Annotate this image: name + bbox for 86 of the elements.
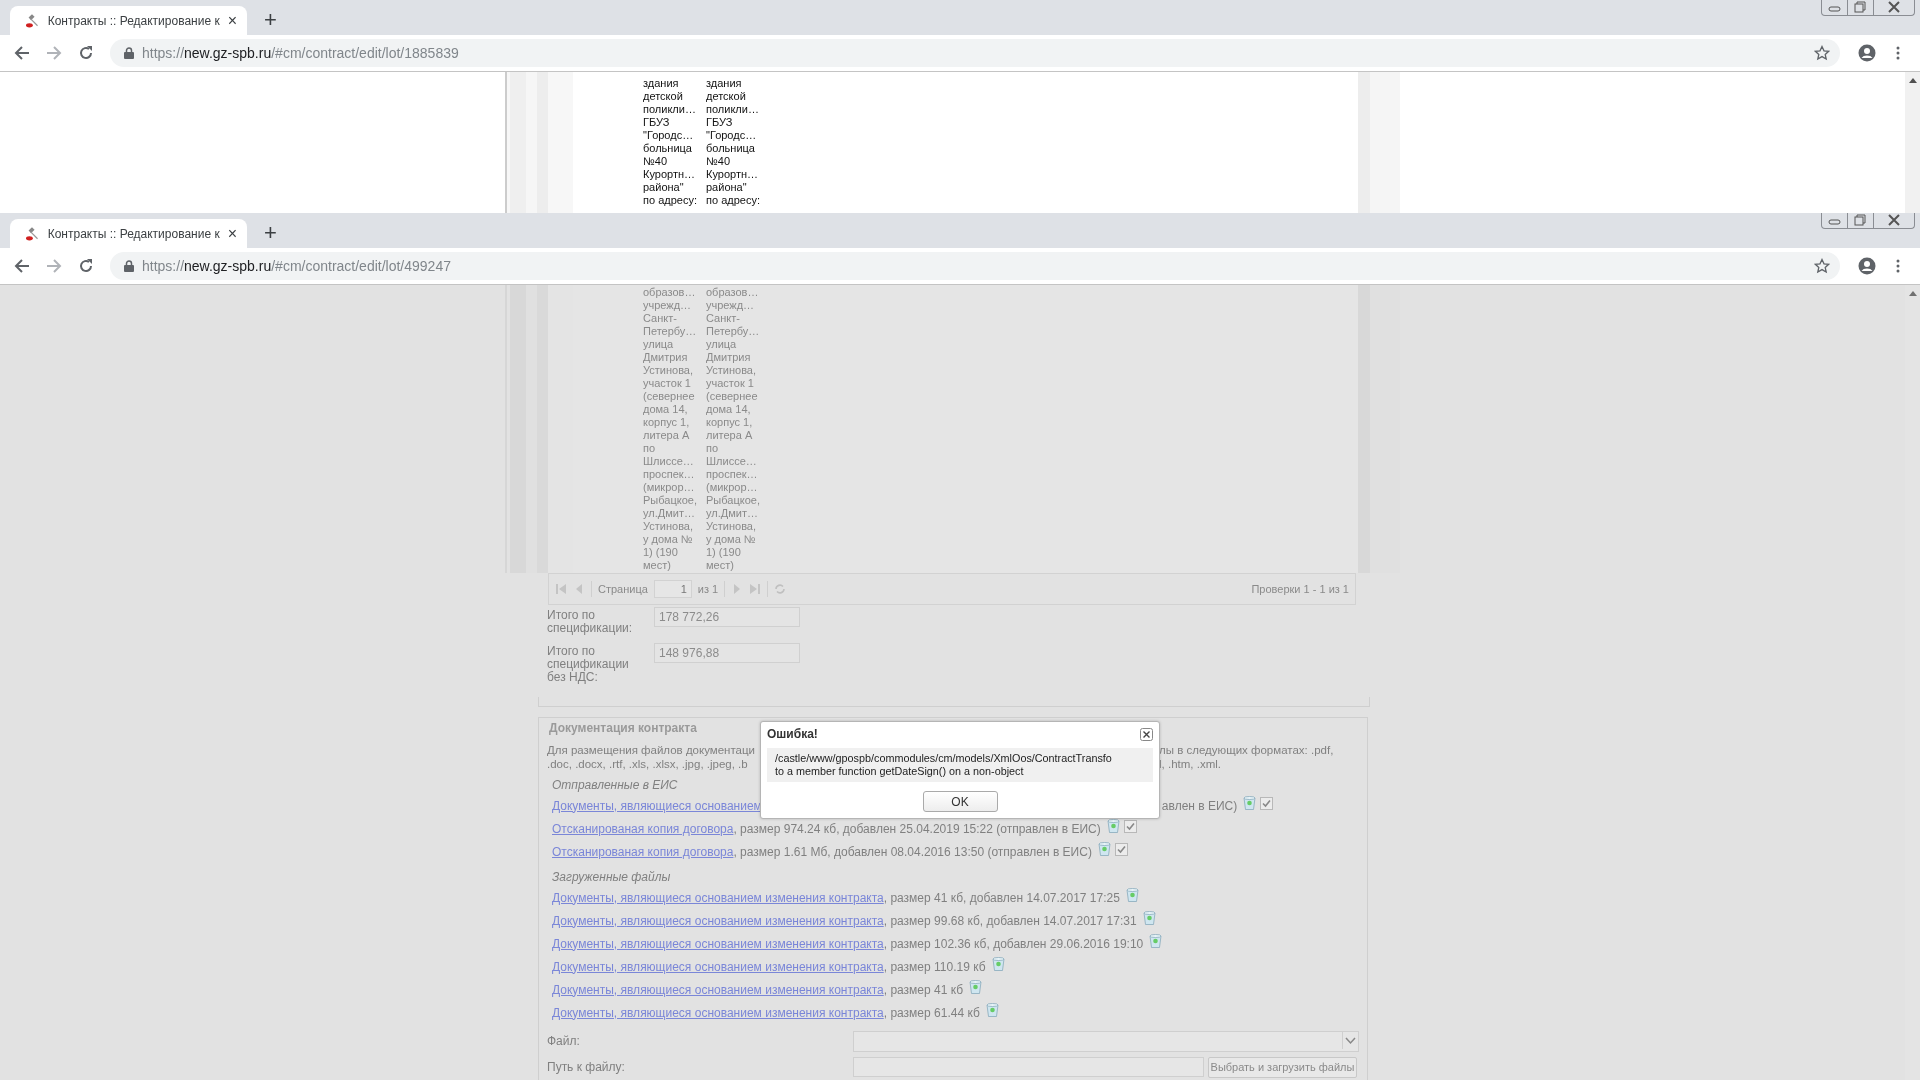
sent-checkbox[interactable]	[1114, 843, 1128, 856]
file-info: , размер 61.44 кб	[883, 1005, 980, 1020]
error-message: /castle/www/gpospb/commodules/cm/models/XmlOos/ContractTransfo to a member function getDateSign() on a non-object	[767, 748, 1153, 782]
table-cell-text: здания детской поликли… ГБУЗ "Городс… больница №40 Курортн… района" по адресу:	[643, 76, 698, 208]
file-info: , размер 110.19 кб	[883, 959, 986, 974]
trash-icon[interactable]	[1149, 933, 1163, 948]
group-heading: Загруженные файлы	[552, 869, 672, 886]
upload-button[interactable]: Выбрать и загрузить файлы	[1208, 1056, 1357, 1078]
page-field[interactable]: 1	[653, 579, 692, 598]
reload-icon[interactable]	[78, 45, 94, 61]
file-info: , размер 41 кб	[883, 982, 964, 997]
gavel-icon	[26, 225, 40, 242]
trash-icon[interactable]	[985, 1002, 999, 1017]
file-info: , размер 41 кб, добавлен 14.07.2017 17:25	[883, 890, 1120, 905]
field-label: Путь к файлу:	[547, 1060, 626, 1074]
table-cell-text: здания детской поликли… ГБУЗ "Городс… больница №40 Курортн… района" по адресу:	[706, 76, 761, 208]
trash-icon[interactable]	[1106, 818, 1120, 833]
dialog-title: Ошибка!	[767, 727, 818, 741]
file-link[interactable]: Документы, являющиеся основанием изменения контракта	[552, 959, 884, 974]
total-label: Итого по спецификации без НДС:	[547, 642, 630, 686]
records-summary: Проверки 1 - 1 из 1	[1251, 582, 1349, 595]
lock-icon	[124, 260, 134, 272]
profile-icon[interactable]	[1858, 44, 1876, 62]
chevron-down-icon	[1342, 1031, 1358, 1049]
tab-title: Контракты :: Редактирование к	[47, 226, 220, 241]
tab-title: Контракты :: Редактирование к	[47, 13, 220, 28]
tab-close-button[interactable]: ×	[227, 12, 237, 29]
file-info: авлен в ЕИС)	[1161, 798, 1238, 813]
trash-icon[interactable]	[1125, 887, 1139, 902]
back-arrow-icon[interactable]	[14, 45, 30, 61]
browser-tab[interactable]: Контракты :: Редактирование к ×	[10, 6, 247, 35]
browser-tab[interactable]: Контракты :: Редактирование к ×	[10, 219, 247, 248]
scroll-up-icon[interactable]	[1908, 291, 1917, 296]
new-tab-button[interactable]: +	[264, 9, 277, 31]
file-link[interactable]: Документы, являющиеся основанием изменения контракта	[552, 1005, 884, 1020]
description-text: Для размещения файлов документаци .doc, .docx, .rtf, .xls, .xlsx, .jpg, .jpeg, .b	[547, 743, 753, 771]
menu-icon[interactable]	[1896, 46, 1900, 60]
trash-icon[interactable]	[969, 979, 983, 994]
file-info: , размер 99.68 кб, добавлен 14.07.2017 17:31	[883, 913, 1137, 928]
file-info: , размер 1.61 Мб, добавлен 08.04.2016 13:50 (отправлен в ЕИС)	[733, 844, 1092, 859]
sent-checkbox[interactable]	[1123, 820, 1137, 833]
field-label: Файл:	[547, 1034, 581, 1048]
page-label: Страница	[598, 582, 648, 595]
file-link[interactable]: Документы, являющиеся основанием изменения контракта	[552, 982, 884, 997]
profile-icon[interactable]	[1858, 257, 1876, 275]
file-link[interactable]: Документы, являющиеся основанием	[552, 798, 762, 813]
total-field: 178 772,26	[654, 606, 800, 627]
check-icon	[1125, 822, 1135, 831]
url-text: https://new.gz-spb.ru/#cm/contract/edit/lot/499247	[142, 258, 452, 274]
address-bar[interactable]: https://new.gz-spb.ru/#cm/contract/edit/lot/499247	[110, 252, 1840, 280]
file-link[interactable]: Документы, являющиеся основанием изменения контракта	[552, 890, 884, 905]
description-text: лы в следующих форматах: .pdf, l, .htm, .xml.	[1159, 743, 1334, 771]
file-info: , размер 974.24 кб, добавлен 25.04.2019 15:22 (отправлен в ЕИС)	[733, 821, 1101, 836]
group-heading: Отправленные в ЕИС	[552, 777, 679, 794]
file-link[interactable]: Документы, являющиеся основанием изменения контракта	[552, 913, 884, 928]
total-field: 148 976,88	[654, 642, 800, 663]
sent-checkbox[interactable]	[1260, 797, 1274, 810]
forward-arrow-icon[interactable]	[46, 45, 62, 61]
ok-button[interactable]: OK	[922, 791, 998, 812]
table-cell-text: образов… учрежд… Санкт- Петербу… улица Дмитрия Устинова, участок 1 (севернее дома 14, корпус 1, литера А по Шлиссе… проспек… (микрор… Рыбацкое, ул.Дмит… Устинова, у дома № 1) (190 мест)	[643, 285, 698, 573]
star-icon[interactable]	[1814, 45, 1830, 61]
reload-icon[interactable]	[78, 258, 94, 274]
table-cell-text: образов… учрежд… Санкт- Петербу… улица Дмитрия Устинова, участок 1 (севернее дома 14, корпус 1, литера А по Шлиссе… проспек… (микрор… Рыбацкое, ул.Дмит… Устинова, у дома № 1) (190 мест)	[706, 285, 761, 573]
page-count: из 1	[697, 582, 719, 595]
gavel-icon	[26, 12, 40, 29]
new-tab-button[interactable]: +	[264, 222, 277, 244]
back-arrow-icon[interactable]	[14, 258, 30, 274]
trash-icon[interactable]	[1097, 841, 1111, 856]
star-icon[interactable]	[1814, 258, 1830, 274]
lock-icon	[124, 47, 134, 59]
forward-arrow-icon[interactable]	[46, 258, 62, 274]
tab-close-button[interactable]: ×	[227, 225, 237, 242]
url-text: https://new.gz-spb.ru/#cm/contract/edit/lot/1885839	[142, 45, 460, 61]
check-icon	[1262, 799, 1272, 808]
menu-icon[interactable]	[1896, 259, 1900, 273]
trash-icon[interactable]	[991, 956, 1005, 971]
file-info: , размер 102.36 кб, добавлен 29.06.2016 19:10	[883, 936, 1144, 951]
address-bar[interactable]: https://new.gz-spb.ru/#cm/contract/edit/lot/1885839	[110, 39, 1840, 67]
trash-icon[interactable]	[1142, 910, 1156, 925]
check-icon	[1116, 845, 1126, 854]
scroll-up-icon[interactable]	[1908, 78, 1917, 83]
trash-icon[interactable]	[1243, 795, 1257, 810]
section-legend: Документация контракта	[547, 721, 699, 735]
close-icon[interactable]	[1140, 727, 1153, 741]
file-link[interactable]: Документы, являющиеся основанием изменения контракта	[552, 936, 884, 951]
total-label: Итого по спецификации:	[547, 606, 634, 637]
